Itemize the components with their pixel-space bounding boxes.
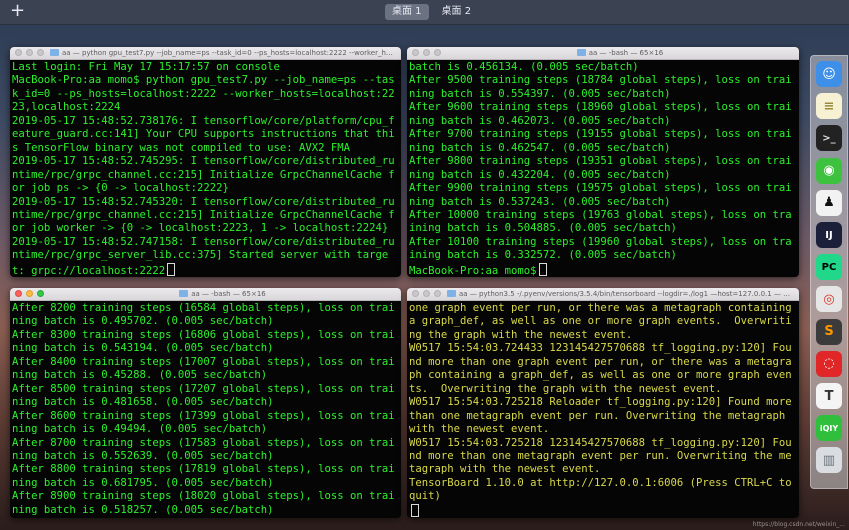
add-desktop-button[interactable]: +: [10, 1, 25, 21]
window-titlebar[interactable]: aa — -bash — 65×16: [10, 288, 401, 301]
terminal-line: 2019-05-17 15:48:52.745320: I tensorflow…: [12, 195, 395, 235]
zoom-button[interactable]: [37, 49, 44, 56]
terminal-line: Last login: Fri May 17 15:17:57 on conso…: [12, 61, 280, 73]
window-controls: [412, 290, 441, 297]
dock-iqiyi-icon[interactable]: iQIY: [816, 415, 842, 442]
window-titlebar[interactable]: aa — python gpu_test7.py --job_name=ps -…: [10, 47, 401, 60]
terminal-line: After 10100 training steps (19960 global…: [409, 235, 792, 262]
terminal-line: After 8200 training steps (16584 global …: [12, 302, 395, 328]
watermark: https://blog.csdn.net/weixin_...: [752, 521, 845, 528]
window-title: aa — -bash — 65×16: [588, 49, 664, 57]
terminal-output[interactable]: After 8200 training steps (16584 global …: [10, 301, 401, 517]
dock-finder-icon[interactable]: ☺: [816, 61, 842, 87]
terminal-line: batch is 0.456134. (0.005 sec/batch): [409, 61, 639, 73]
terminal-window-ps[interactable]: aa — python gpu_test7.py --job_name=ps -…: [10, 47, 401, 277]
terminal-line: MacBook-Pro:aa momo$: [409, 262, 797, 277]
terminal-line: W0517 15:54:03.724433 123145427570688 tf…: [409, 342, 792, 395]
terminal-line: W0517 15:54:03.725218 123145427570688 tf…: [409, 436, 792, 476]
minimize-button[interactable]: [26, 290, 33, 297]
terminal-line: [409, 503, 797, 518]
terminal-line: W0517 15:54:03.725218 Reloader tf_loggin…: [409, 396, 799, 436]
terminal-line: After 8500 training steps (17207 global …: [12, 382, 395, 409]
dock: ☺ ≡ >_ ◉ ♟ IJ PC ◎ S ◌ TiQIY ▥: [810, 55, 848, 489]
folder-icon: [447, 290, 456, 297]
terminal-line: After 10000 training steps (19763 global…: [409, 208, 792, 235]
close-button[interactable]: [15, 49, 22, 56]
terminal-cursor: [167, 262, 176, 276]
zoom-button[interactable]: [37, 290, 44, 297]
dock-sublime-icon[interactable]: S: [816, 318, 842, 345]
folder-icon: [50, 49, 59, 56]
terminal-output[interactable]: batch is 0.456134. (0.005 sec/batch) Afte…: [407, 60, 799, 277]
terminal-output[interactable]: Last login: Fri May 17 15:17:57 on conso…: [10, 60, 401, 277]
terminal-line: 2019-05-17 15:48:52.747158: I tensorflow…: [12, 235, 395, 277]
dock-qq-icon[interactable]: ♟: [816, 189, 842, 216]
dock-wechat-icon[interactable]: ◉: [816, 157, 842, 184]
dock-typora-icon[interactable]: T: [816, 383, 842, 409]
terminal-line: MacBook-Pro:aa momo$ python gpu_test7.py…: [12, 74, 395, 114]
window-title: aa — python gpu_test7.py --job_name=ps -…: [62, 49, 395, 57]
folder-icon: [179, 290, 189, 297]
terminal-output[interactable]: one graph event per run, or there was a …: [407, 301, 799, 518]
close-button[interactable]: [412, 49, 419, 56]
desktop-space-1[interactable]: 桌面 1: [385, 4, 429, 20]
close-button[interactable]: [412, 290, 419, 297]
terminal-line: After 8900 training steps (18020 global …: [12, 490, 395, 516]
window-controls: [15, 290, 44, 297]
terminal-line: 2019-05-17 15:48:52.738176: I tensorflow…: [12, 114, 395, 154]
terminal-line: After 9700 training steps (19155 global …: [409, 128, 792, 154]
dock-notes-icon[interactable]: ≡: [816, 93, 842, 120]
window-title: aa — -bash — 65×16: [191, 290, 266, 298]
close-button[interactable]: [15, 290, 22, 297]
window-controls: [412, 49, 441, 56]
terminal-window-worker-1[interactable]: aa — -bash — 65×16 batch is 0.456134. (0…: [407, 47, 799, 277]
window-controls: [15, 49, 44, 56]
terminal-line: one graph event per run, or there was a …: [409, 302, 799, 341]
terminal-line: After 8800 training steps (17819 global …: [12, 463, 395, 489]
terminal-window-worker-0[interactable]: aa — -bash — 65×16 After 8200 training s…: [10, 288, 401, 518]
minimize-button[interactable]: [423, 49, 430, 56]
terminal-line: After 9800 training steps (19351 global …: [409, 155, 792, 181]
terminal-cursor: [411, 503, 419, 517]
terminal-cursor: [538, 262, 547, 276]
dock-trash-icon[interactable]: ▥: [816, 447, 842, 474]
folder-icon: [576, 49, 586, 56]
desktop-spaces: 桌面 1 桌面 2: [385, 4, 478, 20]
desktop-space-2[interactable]: 桌面 2: [435, 4, 479, 20]
zoom-button[interactable]: [434, 290, 441, 297]
terminal-line: After 9500 training steps (18784 global …: [409, 74, 792, 100]
minimize-button[interactable]: [26, 49, 33, 56]
terminal-line: TensorBoard 1.10.0 at http://127.0.0.1:6…: [409, 476, 799, 503]
terminal-line: After 8700 training steps (17583 global …: [12, 436, 395, 462]
window-title: aa — python3.5 -/.pyenv/versions/3.5.4/b…: [459, 290, 793, 298]
terminal-line: 2019-05-17 15:48:52.745295: I tensorflow…: [12, 155, 395, 195]
terminal-line: After 8400 training steps (17007 global …: [12, 355, 395, 382]
terminal-line: After 9900 training steps (19575 global …: [409, 182, 792, 208]
zoom-button[interactable]: [434, 49, 441, 56]
terminal-line: After 8300 training steps (16806 global …: [12, 328, 395, 355]
terminal-line: After 8600 training steps (17399 global …: [12, 409, 395, 436]
dock-chrome-icon[interactable]: ◎: [816, 286, 842, 313]
terminal-window-tensorboard[interactable]: aa — python3.5 -/.pyenv/versions/3.5.4/b…: [407, 288, 799, 518]
dock-intellij-icon[interactable]: IJ: [816, 222, 842, 248]
window-titlebar[interactable]: aa — python3.5 -/.pyenv/versions/3.5.4/b…: [407, 288, 799, 301]
terminal-line: After 9600 training steps (18960 global …: [409, 101, 792, 127]
window-titlebar[interactable]: aa — -bash — 65×16: [407, 47, 799, 60]
dock-netease-music-icon[interactable]: ◌: [816, 350, 842, 377]
dock-terminal-icon[interactable]: >_: [816, 125, 842, 152]
mission-control-bar: + 桌面 1 桌面 2: [0, 0, 849, 25]
minimize-button[interactable]: [423, 290, 430, 297]
dock-pycharm-icon[interactable]: PC: [816, 254, 842, 281]
